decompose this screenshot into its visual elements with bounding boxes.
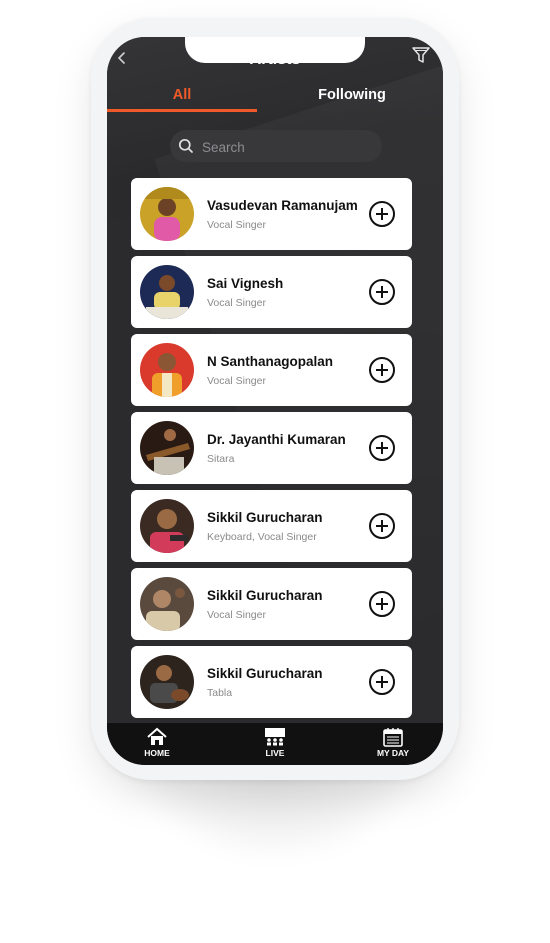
artist-card[interactable]: N Santhanagopalan Vocal Singer (131, 334, 412, 406)
search-icon (178, 138, 193, 153)
artist-role: Vocal Singer (207, 297, 266, 309)
artist-avatar (140, 343, 194, 397)
tab-bar: All Following (107, 85, 443, 113)
artist-card[interactable]: Sikkil Gurucharan Tabla (131, 646, 412, 718)
artist-avatar (140, 265, 194, 319)
search-input[interactable] (200, 136, 374, 158)
nav-home[interactable]: HOME (122, 727, 192, 763)
artist-name: Sikkil Gurucharan (207, 510, 323, 525)
nav-my-day[interactable]: MY DAY (358, 727, 428, 763)
app-screen: Artists All Following Vasudevan Ramanuja… (107, 37, 443, 765)
artist-avatar (140, 421, 194, 475)
nav-live[interactable]: LIVE (240, 727, 310, 763)
artist-card[interactable]: Sai Vignesh Vocal Singer (131, 256, 412, 328)
calendar-icon (383, 728, 403, 747)
artist-name: Vasudevan Ramanujam (207, 198, 358, 213)
follow-plus-icon[interactable] (368, 278, 396, 306)
home-icon (147, 727, 167, 745)
artist-card[interactable]: Vasudevan Ramanujam Vocal Singer (131, 178, 412, 250)
artist-avatar (140, 655, 194, 709)
artist-card[interactable]: Sikkil Gurucharan Keyboard, Vocal Singer (131, 490, 412, 562)
artist-role: Keyboard, Vocal Singer (207, 531, 317, 543)
follow-plus-icon[interactable] (368, 668, 396, 696)
artist-role: Vocal Singer (207, 219, 266, 231)
artist-role: Sitara (207, 453, 235, 465)
artist-avatar (140, 499, 194, 553)
search-bar[interactable] (170, 130, 382, 162)
artist-name: Sikkil Gurucharan (207, 666, 323, 681)
follow-plus-icon[interactable] (368, 434, 396, 462)
artist-name: Dr. Jayanthi Kumaran (207, 432, 346, 447)
artist-role: Vocal Singer (207, 375, 266, 387)
artist-name: Sai Vignesh (207, 276, 284, 291)
nav-live-label: LIVE (265, 748, 285, 758)
tab-following[interactable]: Following (267, 85, 437, 113)
nav-my-day-label: MY DAY (376, 748, 410, 758)
follow-plus-icon[interactable] (368, 512, 396, 540)
artist-name: N Santhanagopalan (207, 354, 334, 369)
artist-card[interactable]: Dr. Jayanthi Kumaran Sitara (131, 412, 412, 484)
artist-role: Tabla (207, 687, 233, 699)
artist-avatar (140, 187, 194, 241)
device-notch (185, 37, 365, 63)
stage-icon (265, 728, 285, 746)
artist-card[interactable]: Sikkil Gurucharan Vocal Singer (131, 568, 412, 640)
follow-plus-icon[interactable] (368, 356, 396, 384)
follow-plus-icon[interactable] (368, 200, 396, 228)
nav-home-label: HOME (144, 748, 170, 758)
artist-role: Vocal Singer (207, 609, 266, 621)
bottom-navigation: HOME LIVE MY DAY (107, 723, 443, 765)
artist-name: Sikkil Gurucharan (207, 588, 323, 603)
funnel-icon[interactable] (411, 45, 431, 65)
artist-avatar (140, 577, 194, 631)
artist-list[interactable]: Vasudevan Ramanujam Vocal Singer Sai Vig… (131, 178, 412, 723)
active-tab-indicator (107, 109, 257, 112)
follow-plus-icon[interactable] (368, 590, 396, 618)
